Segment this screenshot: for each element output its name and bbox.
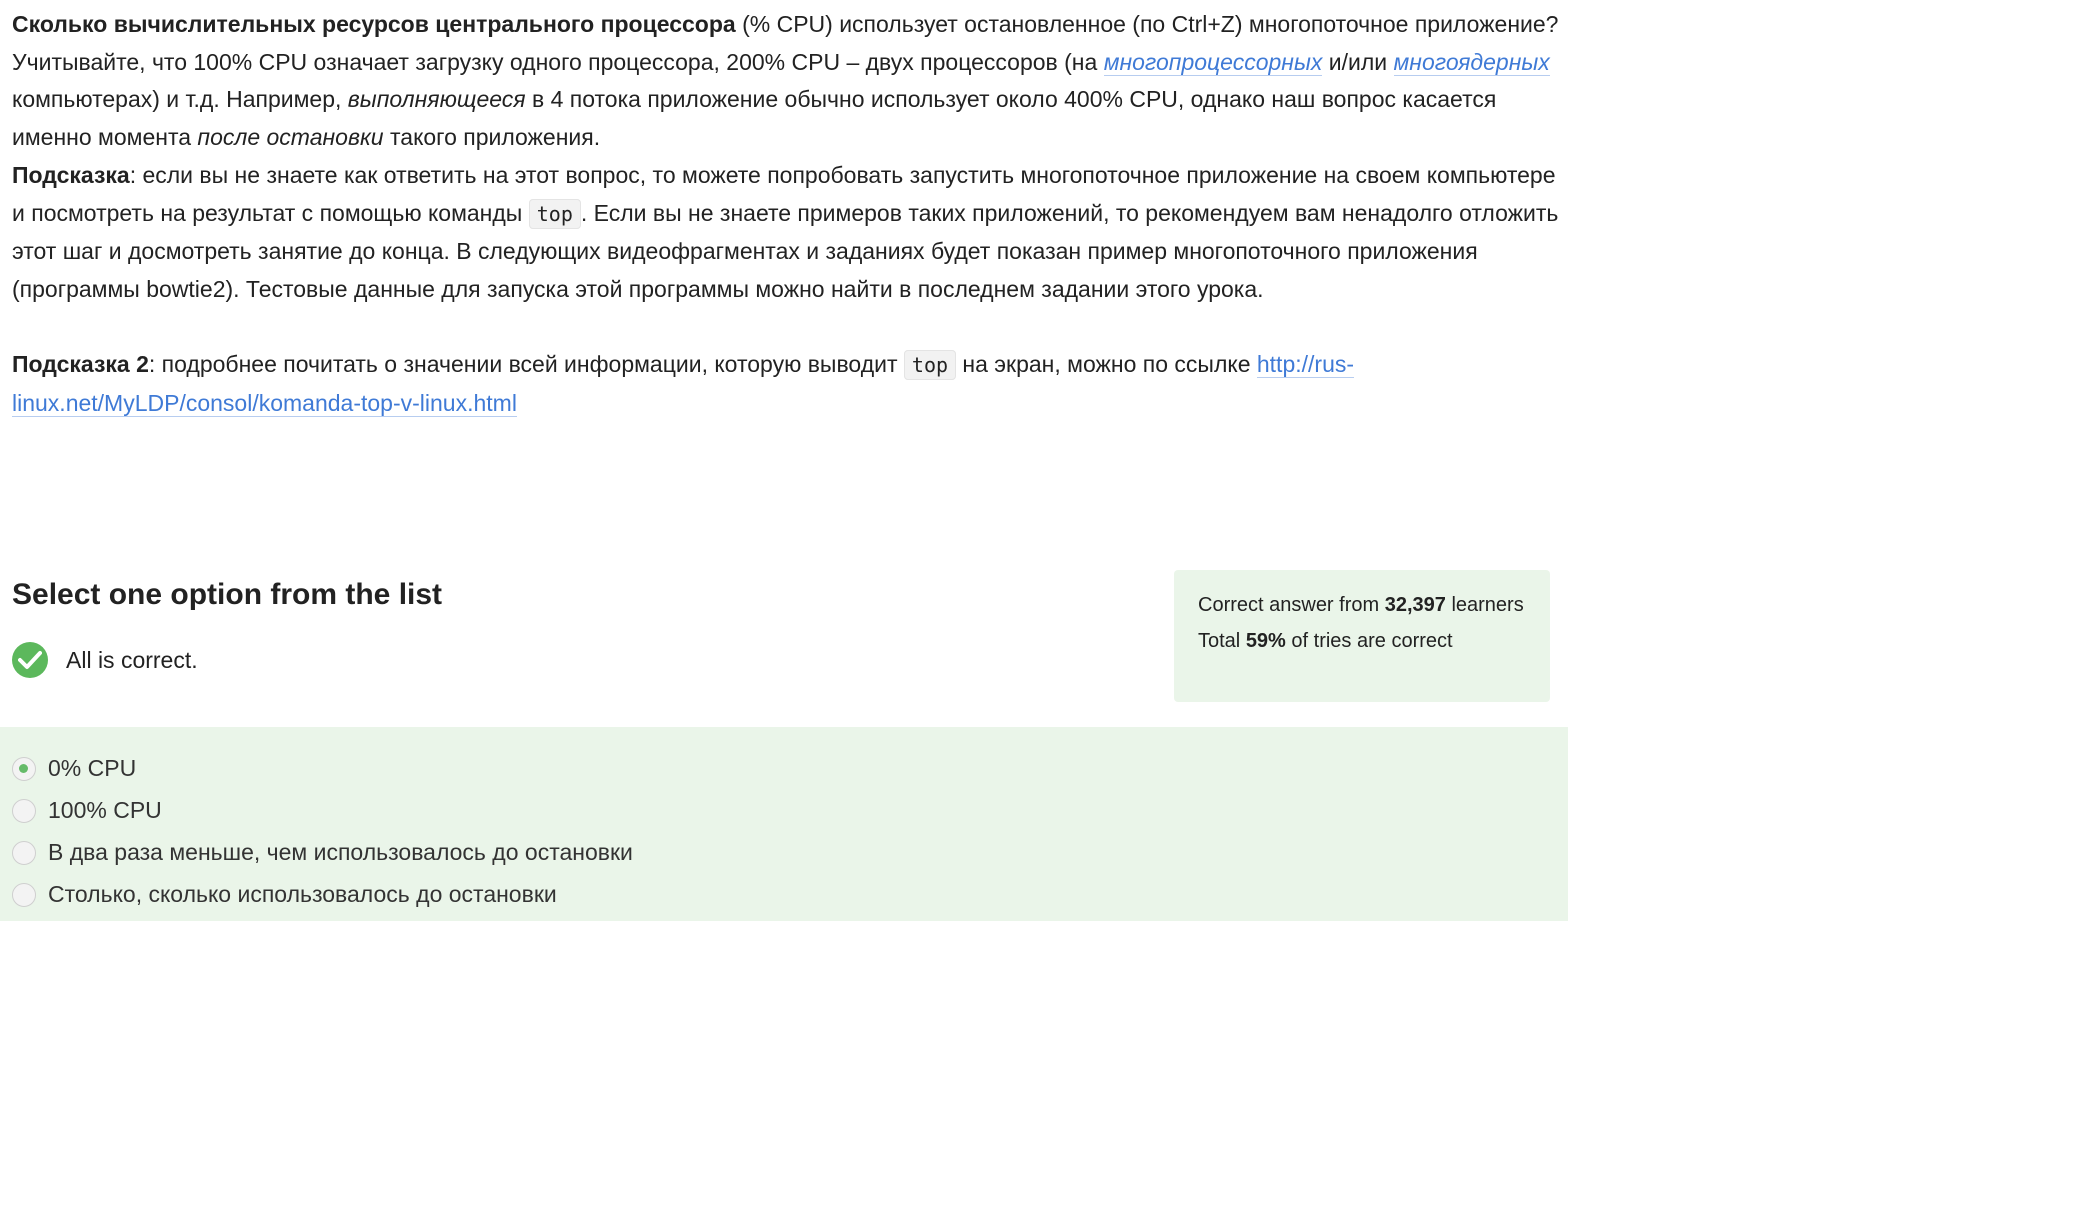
link-multiprocessor[interactable]: многопроцессорных bbox=[1103, 48, 1323, 76]
question-explanation: Учитывайте, что 100% CPU означает загруз… bbox=[12, 48, 1550, 151]
link-multicore[interactable]: многоядерных bbox=[1393, 48, 1550, 76]
explanation-part: и/или bbox=[1322, 48, 1394, 75]
hint-1-label: Подсказка bbox=[12, 161, 130, 188]
question-line: Сколько вычислительных ресурсов централь… bbox=[12, 11, 1558, 37]
option-2[interactable]: В два раза меньше, чем использовалось до… bbox=[12, 839, 633, 866]
question-rest: (% CPU) использует остановленное (по Ctr… bbox=[735, 11, 1559, 37]
hint-2-text: : подробнее почитать о значении всей инф… bbox=[148, 351, 904, 378]
result-status: All is correct. bbox=[12, 642, 198, 678]
option-0[interactable]: 0% CPU bbox=[12, 755, 136, 782]
explanation-part: такого приложения. bbox=[383, 124, 601, 151]
radio-button[interactable] bbox=[12, 756, 36, 781]
correct-percent: 59% bbox=[1245, 630, 1286, 652]
code-top: top bbox=[903, 350, 957, 381]
option-1[interactable]: 100% CPU bbox=[12, 797, 162, 824]
check-circle-icon bbox=[12, 642, 48, 678]
hint-2-text: на экран, можно по ссылке bbox=[956, 351, 1257, 378]
option-label: Столько, сколько использовалось до остан… bbox=[48, 881, 557, 907]
question-text: Сколько вычислительных ресурсов централь… bbox=[12, 6, 1560, 423]
code-top: top bbox=[528, 198, 581, 229]
explanation-italic: выполняющееся bbox=[347, 86, 526, 113]
explanation-part: Учитывайте, что 100% CPU означает загруз… bbox=[12, 48, 1104, 75]
explanation-part: компьютерах) и т.д. Например, bbox=[12, 86, 348, 113]
stats-total: Total 59% of tries are correct bbox=[1198, 630, 1453, 652]
explanation-italic: после остановки bbox=[197, 124, 384, 151]
select-title: Select one option from the list bbox=[12, 578, 443, 611]
stats-learners: Correct answer from 32,397 learners bbox=[1198, 594, 1524, 616]
question-bold: Сколько вычислительных ресурсов централь… bbox=[12, 11, 736, 37]
hint-2: Подсказка 2: подробнее почитать о значен… bbox=[12, 350, 1355, 418]
option-3[interactable]: Столько, сколько использовалось до остан… bbox=[12, 881, 557, 908]
option-label: В два раза меньше, чем использовалось до… bbox=[48, 839, 633, 865]
result-text: All is correct. bbox=[66, 646, 198, 673]
stats-panel: Correct answer from 32,397 learners Tota… bbox=[1174, 570, 1550, 702]
learners-count: 32,397 bbox=[1384, 594, 1446, 616]
radio-button[interactable] bbox=[12, 840, 36, 865]
radio-button[interactable] bbox=[12, 798, 36, 823]
radio-button[interactable] bbox=[12, 882, 36, 907]
hint-1: Подсказка: если вы не знаете как ответит… bbox=[12, 162, 1558, 302]
option-label: 0% CPU bbox=[48, 755, 137, 781]
hint-2-label: Подсказка 2 bbox=[12, 351, 149, 378]
options-panel: 0% CPU 100% CPU В два раза меньше, чем и… bbox=[0, 727, 1568, 921]
option-label: 100% CPU bbox=[48, 797, 162, 823]
